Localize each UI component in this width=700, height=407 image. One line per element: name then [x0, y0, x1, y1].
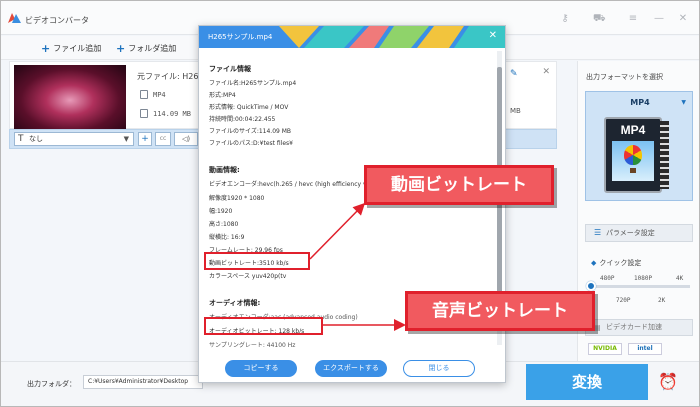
video-bitrate-callout: 動画ビットレート: [364, 165, 554, 205]
audio-bitrate-callout: 音声ビットレート: [405, 291, 595, 331]
app-window: ビデオコンバータ ⚷ ⛟ ≡ — ✕ + ファイル追加 + フォルダ追加 元ファ…: [0, 0, 700, 407]
annotation-arrows: [309, 202, 406, 331]
